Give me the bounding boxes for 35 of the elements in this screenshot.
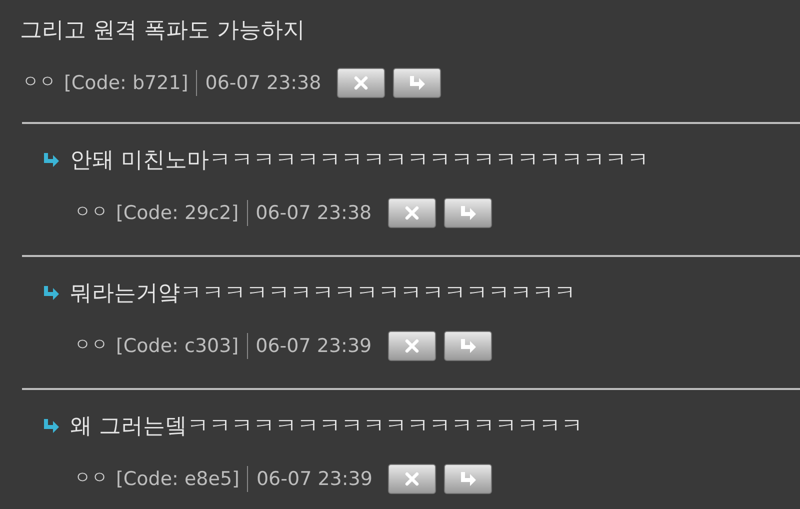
reply-button[interactable]: [444, 331, 492, 361]
reply-arrow-icon: [459, 471, 478, 487]
close-icon: [404, 338, 420, 354]
user-code: [Code: b721]: [64, 70, 188, 96]
reply-arrow-icon: [408, 75, 426, 91]
comment-text: 왜 그러는뎈ㅋㅋㅋㅋㅋㅋㅋㅋㅋㅋㅋㅋㅋㅋㅋㅋㅋㅋ: [70, 412, 583, 440]
close-icon: [353, 75, 370, 91]
reply-arrow-icon: [458, 338, 477, 354]
close-icon: [404, 471, 420, 487]
comment-text: 그리고 원격 폭파도 가능하지: [20, 16, 305, 44]
timestamp: 06-07 23:39: [256, 334, 372, 359]
reply-arrow-icon: [42, 285, 60, 301]
reply-button[interactable]: [444, 198, 492, 228]
user-code: [Code: 29c2]: [116, 200, 239, 226]
comment-text: 뭐라는거얔ㅋㅋㅋㅋㅋㅋㅋㅋㅋㅋㅋㅋㅋㅋㅋㅋㅋㅋ: [70, 280, 576, 308]
timestamp: 06-07 23:38: [256, 200, 372, 226]
author-name: ㅇㅇ: [74, 334, 108, 358]
reply-button[interactable]: [393, 68, 442, 98]
reply-arrow-icon: [42, 152, 60, 168]
comment-text: 안돼 미친노마ㅋㅋㅋㅋㅋㅋㅋㅋㅋㅋㅋㅋㅋㅋㅋㅋㅋㅋㅋㅋ: [70, 146, 649, 174]
delete-button[interactable]: [337, 68, 386, 98]
author-name: ㅇㅇ: [22, 71, 56, 94]
delete-button[interactable]: [388, 198, 436, 228]
timestamp: 06-07 23:38: [205, 70, 322, 96]
reply-button[interactable]: [444, 464, 492, 494]
delete-button[interactable]: [388, 331, 436, 361]
timestamp: 06-07 23:39: [256, 466, 372, 492]
close-icon: [404, 205, 420, 221]
user-code: [Code: e8e5]: [116, 466, 240, 492]
author-name: ㅇㅇ: [74, 467, 108, 490]
reply-arrow-icon: [458, 205, 477, 221]
reply-arrow-icon: [42, 418, 60, 434]
user-code: [Code: c303]: [116, 334, 239, 359]
delete-button[interactable]: [388, 464, 436, 494]
author-name: ㅇㅇ: [74, 201, 108, 224]
